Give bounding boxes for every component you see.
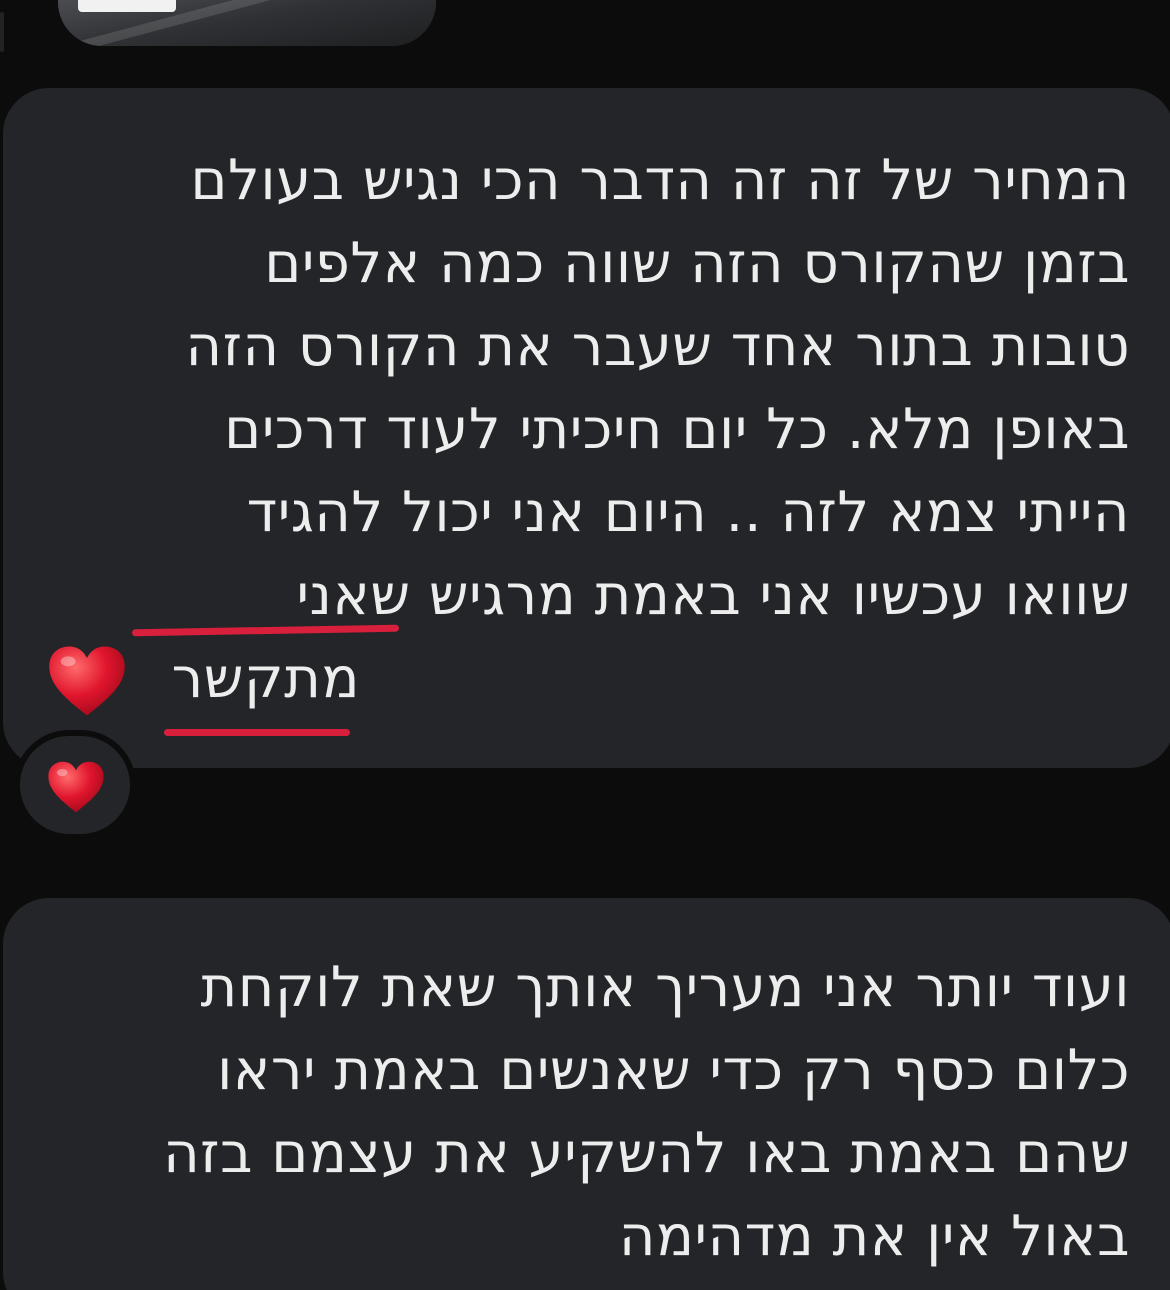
message-2-line-4: באול אין את מדהימה [618, 1204, 1130, 1269]
scroll-edge [0, 12, 4, 52]
message-2-line-3: שהם באמת באו להשקיע את עצמם בזה [163, 1121, 1130, 1186]
message-1-line-3: טובות בתור אחד שעבר את הקורס הזה [185, 314, 1130, 379]
red-heart-icon [48, 761, 104, 813]
message-2-line-1: ועוד יותר אני מעריך אותך שאת לוקחת [200, 955, 1130, 1020]
attachment-image-preview[interactable] [58, 0, 436, 46]
red-underline-mark [164, 729, 350, 736]
message-1-line-7: מתקשר [171, 646, 360, 711]
message-1-line-5: הייתי צמא לזה .. היום אני יכול להגיד [246, 480, 1130, 545]
photo-white-card [78, 0, 176, 12]
message-1-line-6: שוואו עכשיו אני באמת מרגיש שאני [296, 563, 1130, 628]
red-heart-icon [49, 646, 125, 716]
message-1-line-4: באופן מלא. כל יום חיכיתי לעוד דרכים [224, 397, 1130, 462]
message-1-line-2: בזמן שהקורס הזה שווה כמה אלפים [264, 231, 1130, 296]
message-2-line-2: כלום כסף רק כדי שאנשים באמת יראו [217, 1038, 1130, 1103]
message-1-line-1: המחיר של זה זה הדבר הכי נגיש בעולם [190, 148, 1130, 213]
reaction-badge[interactable] [14, 730, 136, 840]
